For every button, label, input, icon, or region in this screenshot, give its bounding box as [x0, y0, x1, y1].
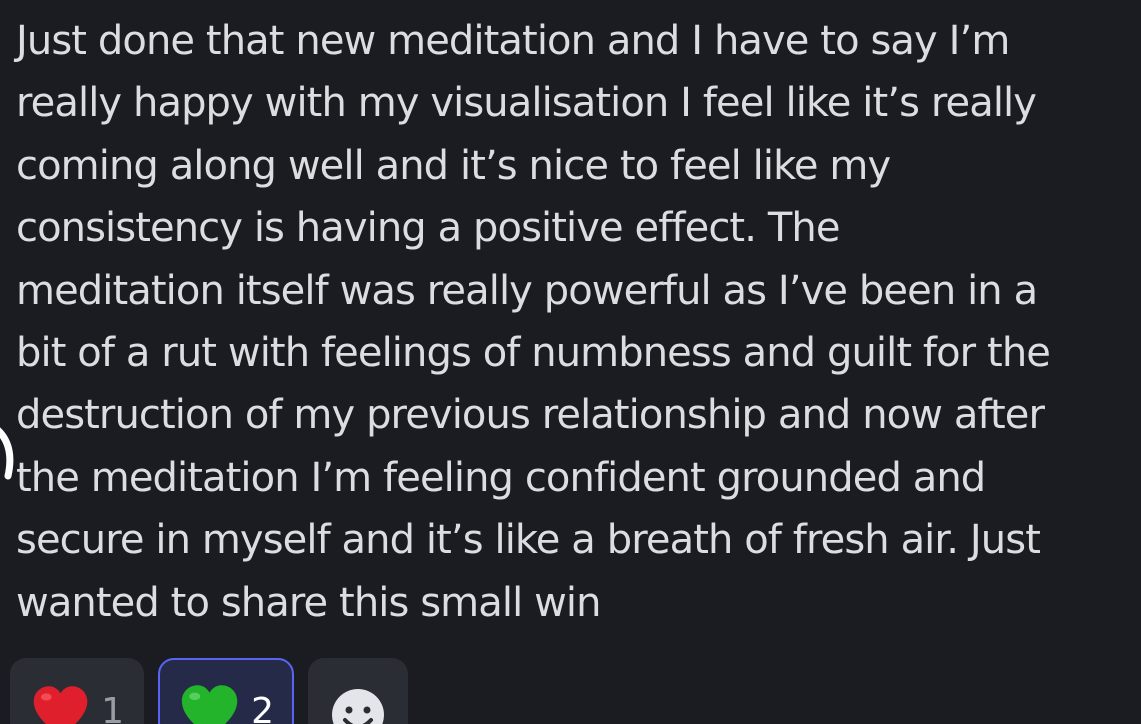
- reaction-count: 1: [101, 690, 124, 724]
- reaction-bar: 1 2: [10, 658, 408, 724]
- reaction-red-heart[interactable]: 1: [10, 658, 144, 724]
- reaction-count: 2: [251, 690, 274, 724]
- cutoff-edge-arc: [0, 427, 14, 480]
- add-reaction-button[interactable]: [308, 658, 408, 724]
- red-heart-icon: [33, 686, 88, 724]
- smiley-icon: [332, 689, 384, 724]
- reaction-green-heart[interactable]: 2: [158, 658, 294, 724]
- chat-message-view: Just done that new meditation and I have…: [0, 0, 1141, 724]
- message-body: Just done that new meditation and I have…: [16, 18, 1051, 626]
- green-heart-icon: [181, 685, 238, 724]
